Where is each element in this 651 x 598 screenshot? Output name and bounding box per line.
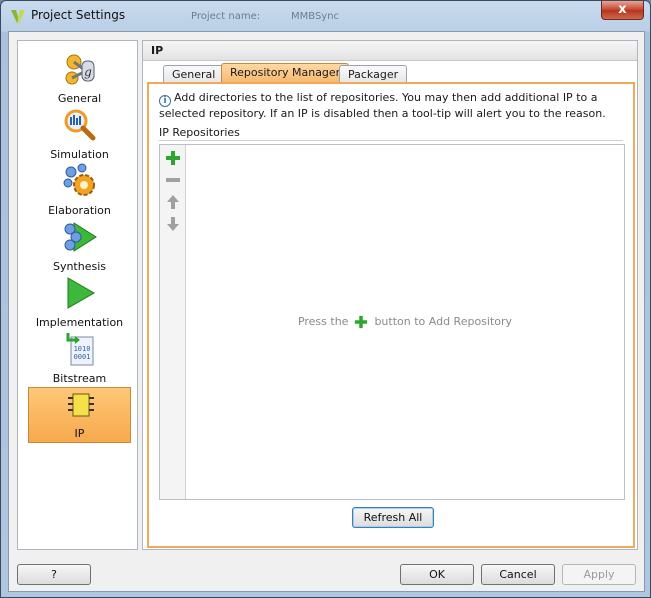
ok-button[interactable]: OK [400,564,474,585]
nav-label-bitstream: Bitstream [52,372,107,385]
nav-item-elaboration[interactable]: Elaboration [28,163,131,219]
ip-repositories-list[interactable]: Press the button to Add Repository [159,144,625,500]
bitstream-icon: 1010 0001 [66,333,94,366]
implementation-icon [67,277,96,309]
move-down-arrow-icon[interactable] [165,216,181,232]
general-icon: g [65,54,95,85]
empty-msg-suffix: button to Add Repository [374,315,513,328]
window-title: Project Settings [31,8,126,22]
nav-item-synthesis[interactable]: Synthesis [28,219,131,275]
nav-item-simulation[interactable]: Simulation [28,107,131,163]
nav-item-bitstream[interactable]: 1010 0001 Bitstream [28,331,131,387]
panel-title: IP [143,41,637,61]
close-button[interactable]: x [601,1,644,20]
title-bar[interactable]: Project Settings Project name: MMBSync x [1,1,650,31]
ip-settings-panel: IP General Repository Manager Packager i… [142,40,638,550]
empty-msg-prefix: Press the [297,315,349,328]
section-divider [159,140,623,141]
nav-label-synthesis: Synthesis [52,260,107,273]
info-text: Add directories to the list of repositor… [159,91,606,120]
svg-text:g: g [84,65,92,79]
svg-text:1010: 1010 [74,345,91,353]
tab-general[interactable]: General [163,65,225,83]
apply-button[interactable]: Apply [562,564,636,585]
background-window-title-2: MMBSync [291,11,340,22]
nav-label-implementation: Implementation [35,316,124,329]
elaboration-icon [63,163,95,196]
nav-label-ip: IP [74,427,85,440]
vivado-logo-icon [11,10,25,23]
repository-manager-tab-body: i Add directories to the list of reposito… [147,82,635,548]
add-repository-plus-icon[interactable] [165,150,181,166]
settings-category-nav: g General Simulation Elaboration Synthes… [17,40,138,550]
ip-chip-icon [68,393,94,417]
background-window-title-1: Project name: [191,11,261,22]
simulation-icon [64,109,96,141]
tab-packager[interactable]: Packager [339,65,408,83]
nav-item-implementation[interactable]: Implementation [28,275,131,331]
svg-text:0001: 0001 [74,353,91,361]
refresh-all-button[interactable]: Refresh All [352,507,434,528]
repository-toolbar [160,145,186,499]
help-button[interactable]: ? [17,564,91,585]
empty-repositories-message: Press the button to Add Repository [186,315,624,329]
nav-item-general[interactable]: g General [28,51,131,107]
nav-item-ip[interactable]: IP [28,387,131,443]
project-settings-window: Project Settings Project name: MMBSync x… [0,0,651,598]
nav-label-general: General [57,92,102,105]
inline-plus-icon [355,315,368,329]
remove-repository-minus-icon[interactable] [165,172,181,188]
info-message: i Add directories to the list of reposito… [159,91,629,121]
tab-repository-manager[interactable]: Repository Manager [221,63,350,84]
close-icon: x [618,2,627,17]
dialog-client-area: g General Simulation Elaboration Synthes… [8,31,645,592]
cancel-button[interactable]: Cancel [481,564,555,585]
info-icon: i [159,95,171,107]
ip-repositories-label: IP Repositories [159,126,240,139]
synthesis-icon [64,222,97,252]
nav-label-elaboration: Elaboration [48,204,111,217]
nav-label-simulation: Simulation [50,148,109,161]
move-up-arrow-icon[interactable] [165,194,181,210]
